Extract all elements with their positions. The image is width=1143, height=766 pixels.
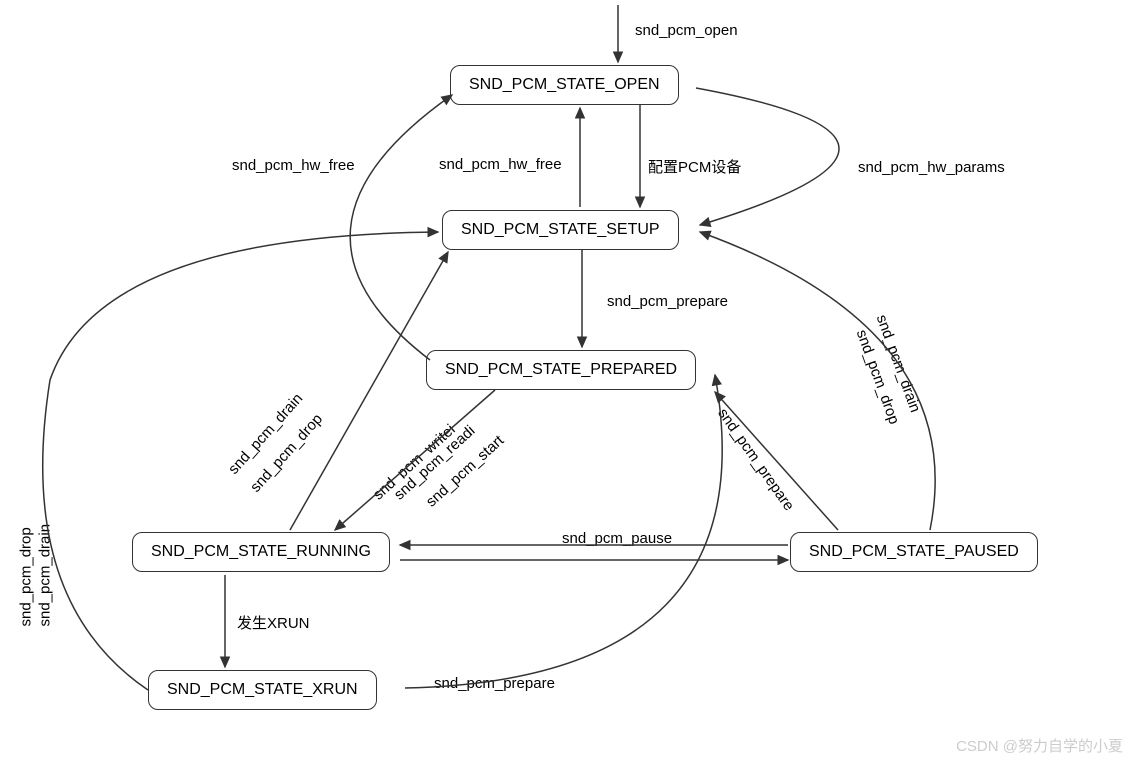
watermark: CSDN @努力自学的小夏	[956, 735, 1123, 756]
state-running: SND_PCM_STATE_RUNNING	[132, 532, 390, 572]
label-drain-far: snd_pcm_drain	[37, 522, 54, 629]
label-prepare-paused: snd_pcm_prepare	[713, 404, 799, 516]
state-prepared: SND_PCM_STATE_PREPARED	[426, 350, 696, 390]
state-open: SND_PCM_STATE_OPEN	[450, 65, 679, 105]
label-hw-free-left: snd_pcm_hw_free	[230, 157, 357, 174]
state-xrun: SND_PCM_STATE_XRUN	[148, 670, 377, 710]
state-paused: SND_PCM_STATE_PAUSED	[790, 532, 1038, 572]
label-hw-free-mid: snd_pcm_hw_free	[437, 156, 564, 173]
label-prepare-xrun: snd_pcm_prepare	[432, 675, 557, 692]
state-setup: SND_PCM_STATE_SETUP	[442, 210, 679, 250]
label-drop-far: snd_pcm_drop	[18, 525, 35, 628]
label-prepare-mid: snd_pcm_prepare	[605, 293, 730, 310]
label-pause: snd_pcm_pause	[560, 530, 674, 547]
label-xrun-event: 发生XRUN	[235, 612, 312, 633]
label-hw-params: snd_pcm_hw_params	[856, 159, 1007, 176]
label-config: 配置PCM设备	[646, 156, 743, 177]
label-open: snd_pcm_open	[633, 22, 740, 39]
